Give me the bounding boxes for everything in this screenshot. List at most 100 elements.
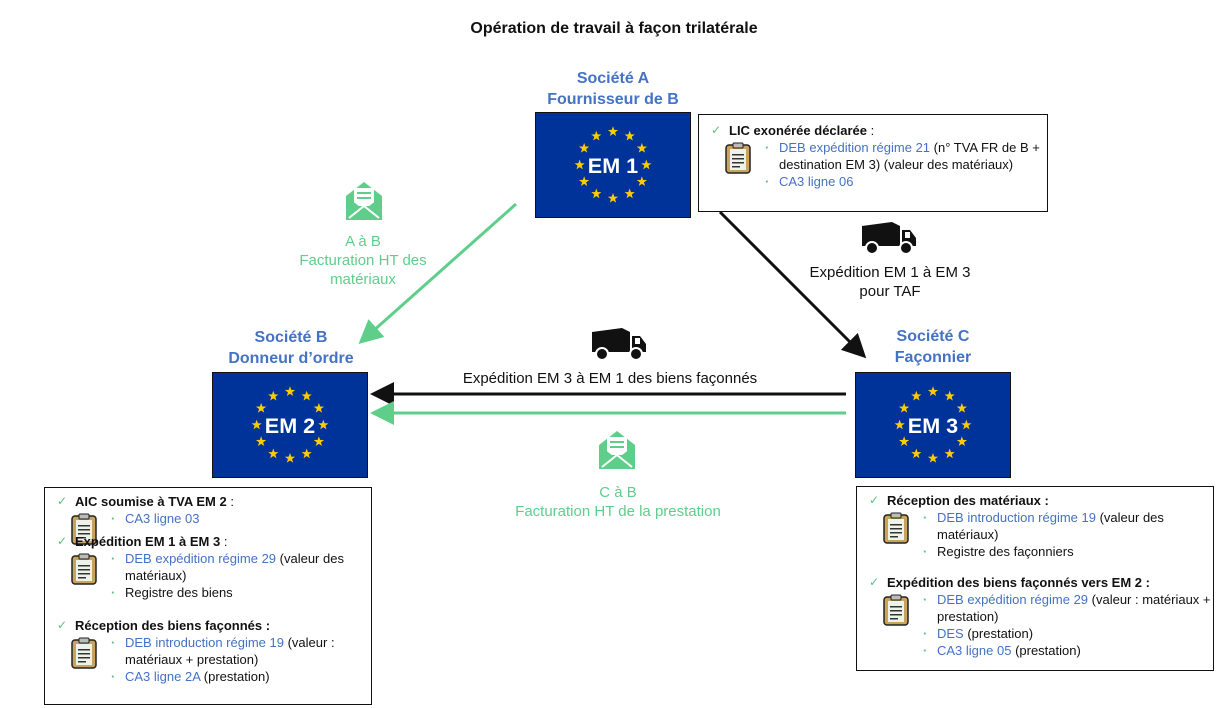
invoice-c-to-b-label: C à B Facturation HT de la prestation (470, 483, 766, 521)
company-b-role: Donneur d’ordre (228, 350, 354, 367)
flag-label: EM 2 (265, 413, 315, 438)
bullet-icon: · (111, 635, 116, 650)
bullet-icon: · (111, 551, 116, 566)
flag-star (624, 188, 635, 199)
declaration-section: ✓ AIC soumise à TVA EM 2 : · CA3 ligne 03 (45, 493, 371, 545)
flag-star (255, 402, 267, 413)
clipboard-icon (725, 142, 751, 174)
flag-star (574, 159, 585, 170)
declaration-reference: DES (937, 626, 964, 641)
bullet-icon: · (923, 544, 928, 559)
declaration-section: ✓ Réception des biens façonnés : · DEB intr… (45, 617, 371, 685)
declaration-item: · Registre des façonniers (921, 543, 1213, 560)
declaration-section: ✓ LIC exonérée déclarée : · DEB expédition … (699, 122, 1047, 190)
bullet-icon: · (765, 174, 770, 189)
shipment-em1-em3-label: Expédition EM 1 à EM 3 pour TAF (770, 263, 1010, 301)
declaration-reference: CA3 ligne 03 (125, 511, 200, 526)
declaration-item: · DEB introduction régime 19 (valeur des … (921, 509, 1213, 543)
flag-star (624, 130, 635, 141)
flag-em3: EM 3 (855, 372, 1011, 478)
checkmark-icon: ✓ (57, 534, 68, 548)
ship13-line1: Expédition EM 1 à EM 3 (809, 264, 971, 281)
clipboard-icon (71, 637, 97, 669)
flag-star (591, 130, 602, 141)
declaration-item: · Registre des biens (109, 584, 371, 601)
company-c: Société C Façonnier (840, 326, 1026, 368)
flag-star (944, 448, 955, 459)
flag-star (301, 448, 312, 459)
invoice-cb-line1: C à B (599, 484, 637, 501)
company-a: Société A Fournisseur de B (520, 68, 706, 110)
declaration-item: · DEB expédition régime 29 (valeur des ma… (109, 550, 371, 584)
flag-star (607, 126, 619, 136)
invoice-ab-line1: A à B (345, 233, 381, 250)
declaration-item: · DEB expédition régime 21 (n° TVA FR de … (763, 139, 1047, 173)
declaration-item: · CA3 ligne 03 (109, 510, 371, 527)
bullet-icon: · (923, 643, 928, 658)
checkmark-icon: ✓ (869, 493, 880, 507)
declaration-item: · CA3 ligne 05 (prestation) (921, 642, 1213, 659)
flag-star (313, 402, 325, 413)
flag-star (284, 386, 296, 396)
flag-label: EM 1 (588, 153, 638, 178)
bullet-icon: · (923, 592, 928, 607)
invoice-ab-line3: matériaux (330, 271, 396, 288)
flag-star (927, 452, 939, 463)
flag-star (636, 176, 648, 186)
flag-star (607, 192, 619, 203)
ship13-line2: pour TAF (859, 283, 921, 300)
shipment-em3-em1-label: Expédition EM 3 à EM 1 des biens façonné… (462, 370, 758, 387)
bullet-icon: · (923, 626, 928, 641)
flag-star (911, 390, 922, 401)
declarations-box-b: ✓ AIC soumise à TVA EM 2 : · CA3 ligne 03 ✓ E… (44, 487, 372, 705)
flag-em2: EM 2 (212, 372, 368, 478)
section-title: ✓ Réception des biens façonnés : (45, 617, 371, 634)
envelope-icon (597, 427, 637, 471)
invoice-ab-line2: Facturation HT des (299, 252, 427, 269)
section-title: ✓ Expédition des biens façonnés vers EM 2… (857, 574, 1213, 591)
truck-icon (590, 326, 648, 362)
company-a-role: Fournisseur de B (547, 91, 679, 108)
declaration-reference: CA3 ligne 2A (125, 669, 201, 684)
section-title-text: LIC exonérée déclarée (729, 123, 868, 138)
section-title-text: AIC soumise à TVA EM 2 (75, 494, 227, 509)
flag-star (956, 402, 968, 413)
section-title-suffix: : (867, 123, 875, 138)
clipboard-icon (883, 594, 909, 626)
invoice-cb-line2: Facturation HT de la prestation (515, 503, 721, 520)
declaration-detail: (prestation) (963, 626, 1034, 641)
checkmark-icon: ✓ (57, 618, 68, 632)
company-c-role: Façonnier (894, 349, 972, 366)
truck-icon (860, 220, 918, 256)
declaration-section: ✓ Expédition des biens façonnés vers EM 2… (857, 574, 1213, 659)
flag-star (961, 419, 972, 430)
flag-star (301, 390, 312, 401)
bullet-icon: · (111, 669, 116, 684)
declaration-item: · CA3 ligne 06 (763, 173, 1047, 190)
checkmark-icon: ✓ (711, 123, 722, 137)
declaration-detail: (prestation) (1011, 643, 1081, 658)
declaration-reference: CA3 ligne 05 (937, 643, 1012, 658)
flag-star (591, 188, 602, 199)
section-title: ✓ Réception des matériaux : (857, 492, 1213, 509)
flag-star (318, 419, 329, 430)
section-title: ✓ AIC soumise à TVA EM 2 : (45, 493, 371, 510)
company-b: Société B Donneur d’ordre (196, 327, 386, 369)
declaration-item: · CA3 ligne 2A (prestation) (109, 668, 371, 685)
declaration-detail: Registre des biens (125, 585, 233, 600)
checkmark-icon: ✓ (869, 575, 880, 589)
clipboard-icon (71, 553, 97, 585)
section-title-text: Expédition des biens façonnés vers EM 2 … (887, 575, 1150, 590)
bullet-icon: · (923, 510, 928, 525)
flag-star (284, 452, 296, 463)
envelope-icon (344, 178, 384, 222)
flag-star (641, 159, 652, 170)
flag-label: EM 3 (908, 413, 958, 438)
flag-star (268, 448, 279, 459)
company-c-name: Société C (896, 328, 970, 345)
section-title: ✓ LIC exonérée déclarée : (699, 122, 1047, 139)
flag-star (944, 390, 955, 401)
declaration-item: · DEB expédition régime 29 (valeur : maté… (921, 591, 1213, 625)
flag-star (636, 142, 648, 153)
flag-star (578, 142, 590, 153)
